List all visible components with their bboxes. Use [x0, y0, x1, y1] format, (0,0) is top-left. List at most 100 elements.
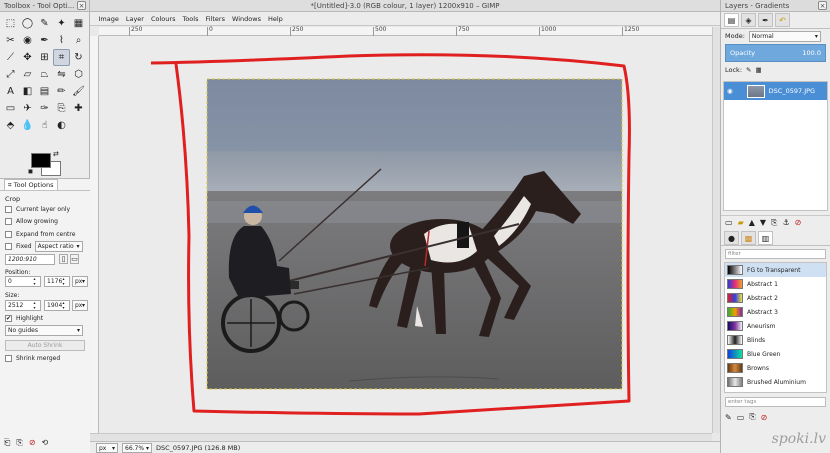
edit-gradient-icon[interactable]: ✎: [725, 413, 732, 422]
current-layer-only-checkbox[interactable]: Current layer only: [0, 203, 90, 216]
new-layer-icon[interactable]: ▭: [725, 218, 733, 227]
raise-layer-icon[interactable]: ▲: [749, 218, 755, 227]
ink-icon[interactable]: ✑: [36, 100, 53, 117]
paths-icon[interactable]: ✒: [36, 32, 53, 49]
dodge-burn-icon[interactable]: ◐: [53, 117, 70, 134]
color-select-icon[interactable]: ▦: [70, 15, 87, 32]
new-gradient-icon[interactable]: ▭: [737, 413, 745, 422]
layer-row[interactable]: ◉ DSC_0597.JPG: [724, 82, 827, 100]
lock-pixels-icon[interactable]: ✎: [746, 66, 751, 74]
tab-undo[interactable]: ↶: [775, 13, 790, 27]
pencil-icon[interactable]: ✏: [53, 83, 70, 100]
canvas-area[interactable]: [99, 36, 712, 433]
crop-icon[interactable]: ⌗: [53, 49, 70, 66]
blur-icon[interactable]: 💧: [19, 117, 36, 134]
shear-icon[interactable]: ▱: [19, 66, 36, 83]
duplicate-layer-icon[interactable]: ⎘: [771, 218, 777, 228]
ellipse-select-icon[interactable]: ◯: [19, 15, 36, 32]
clone-icon[interactable]: ⎘: [53, 100, 70, 117]
airbrush-icon[interactable]: ✈: [19, 100, 36, 117]
gradient-item[interactable]: Browns: [725, 361, 826, 375]
vertical-ruler[interactable]: [90, 36, 99, 433]
landscape-icon[interactable]: ▭: [70, 254, 79, 265]
menu-layer[interactable]: Layer: [122, 12, 147, 26]
gradient-item[interactable]: Blue Green: [725, 347, 826, 361]
tab-brushes[interactable]: ●: [724, 231, 739, 245]
allow-growing-checkbox[interactable]: Allow growing: [0, 216, 90, 229]
delete-options-icon[interactable]: ⊘: [29, 438, 36, 448]
blend-icon[interactable]: ▤: [36, 83, 53, 100]
tab-channels[interactable]: ◈: [741, 13, 756, 27]
lower-layer-icon[interactable]: ▼: [760, 218, 766, 227]
foreground-select-icon[interactable]: ◉: [19, 32, 36, 49]
position-y-input[interactable]: 1176: [44, 276, 70, 288]
menu-image[interactable]: Image: [95, 12, 122, 26]
size-unit-select[interactable]: px: [72, 299, 88, 311]
color-picker-icon[interactable]: ⌇: [53, 32, 70, 49]
horizontal-ruler[interactable]: 250 0 250 500 750 1000 1250: [99, 27, 712, 36]
zoom-select[interactable]: 66.7%: [122, 442, 152, 453]
gradient-item[interactable]: Abstract 3: [725, 305, 826, 319]
menu-windows[interactable]: Windows: [228, 12, 264, 26]
checkbox-box[interactable]: [5, 218, 12, 226]
gradient-item[interactable]: Abstract 1: [725, 277, 826, 291]
fixed-mode-select[interactable]: Aspect ratio: [34, 241, 83, 253]
horizontal-scrollbar[interactable]: [90, 433, 712, 441]
fuzzy-select-icon[interactable]: ✦: [53, 15, 70, 32]
bucket-fill-icon[interactable]: ◧: [19, 83, 36, 100]
shrink-merged-checkbox[interactable]: Shrink merged: [0, 353, 90, 366]
vertical-scrollbar[interactable]: [712, 27, 720, 433]
perspective-clone-icon[interactable]: ⬘: [2, 117, 19, 134]
gradient-filter-input[interactable]: filter: [725, 249, 826, 259]
rotate-icon[interactable]: ↻: [70, 49, 87, 66]
close-icon[interactable]: ×: [818, 1, 827, 10]
size-w-input[interactable]: 2512: [5, 299, 41, 311]
smudge-icon[interactable]: ☝: [36, 117, 53, 134]
zoom-icon[interactable]: ⌕: [70, 32, 87, 49]
lock-alpha-icon[interactable]: ▦: [755, 66, 761, 74]
gradient-item[interactable]: Aneurism: [725, 319, 826, 333]
scale-icon[interactable]: ⤢: [2, 66, 19, 83]
menu-colours[interactable]: Colours: [147, 12, 178, 26]
paintbrush-icon[interactable]: 🖌: [70, 83, 87, 100]
checkbox-box[interactable]: [5, 205, 12, 213]
duplicate-gradient-icon[interactable]: ⎘: [749, 412, 755, 422]
save-options-icon[interactable]: ⎗: [4, 438, 10, 448]
perspective-icon[interactable]: ⏢: [36, 66, 53, 83]
scissors-select-icon[interactable]: ✂: [2, 32, 19, 49]
gradient-item[interactable]: Brushed Aluminium: [725, 375, 826, 389]
anchor-icon[interactable]: ⚓: [782, 218, 789, 227]
reset-options-icon[interactable]: ⟲: [42, 438, 49, 448]
heal-icon[interactable]: ✚: [70, 100, 87, 117]
expand-from-centre-checkbox[interactable]: Expand from centre: [0, 228, 90, 241]
menu-tools[interactable]: Tools: [179, 12, 202, 26]
gradient-item[interactable]: Blinds: [725, 333, 826, 347]
restore-options-icon[interactable]: ⎘: [16, 438, 22, 448]
visibility-eye-icon[interactable]: ◉: [727, 87, 733, 95]
measure-icon[interactable]: ⟋: [2, 49, 19, 66]
layer-name[interactable]: DSC_0597.JPG: [769, 87, 815, 95]
gradient-item[interactable]: Abstract 2: [725, 291, 826, 305]
portrait-icon[interactable]: ▯: [59, 254, 68, 265]
position-x-input[interactable]: 0: [5, 276, 41, 288]
rect-select-icon[interactable]: ⬚: [2, 15, 19, 32]
delete-layer-icon[interactable]: ⊘: [795, 218, 802, 227]
ratio-input[interactable]: 1200:910: [5, 253, 55, 265]
gradient-tags-input[interactable]: enter tags: [725, 397, 826, 407]
size-h-input[interactable]: 1904: [44, 299, 70, 311]
highlight-checkbox[interactable]: ✔ Highlight: [0, 313, 90, 326]
mode-select[interactable]: Normal: [748, 30, 821, 42]
auto-shrink-button[interactable]: Auto Shrink: [5, 339, 85, 351]
guides-select[interactable]: No guides: [5, 324, 83, 336]
text-icon[interactable]: A: [2, 83, 19, 100]
checkbox-box[interactable]: [5, 355, 12, 363]
opacity-slider[interactable]: Opacity 100.0: [725, 44, 826, 62]
swap-colors-icon[interactable]: ⇄: [53, 150, 59, 158]
close-icon[interactable]: ×: [77, 1, 86, 10]
gradient-item[interactable]: FG to Transparent: [725, 263, 826, 277]
position-unit-select[interactable]: px: [72, 276, 88, 288]
new-layer-group-icon[interactable]: ▰: [738, 218, 744, 227]
checkbox-box[interactable]: [5, 230, 12, 238]
tab-patterns[interactable]: ▩: [741, 231, 756, 245]
move-icon[interactable]: ✥: [19, 49, 36, 66]
